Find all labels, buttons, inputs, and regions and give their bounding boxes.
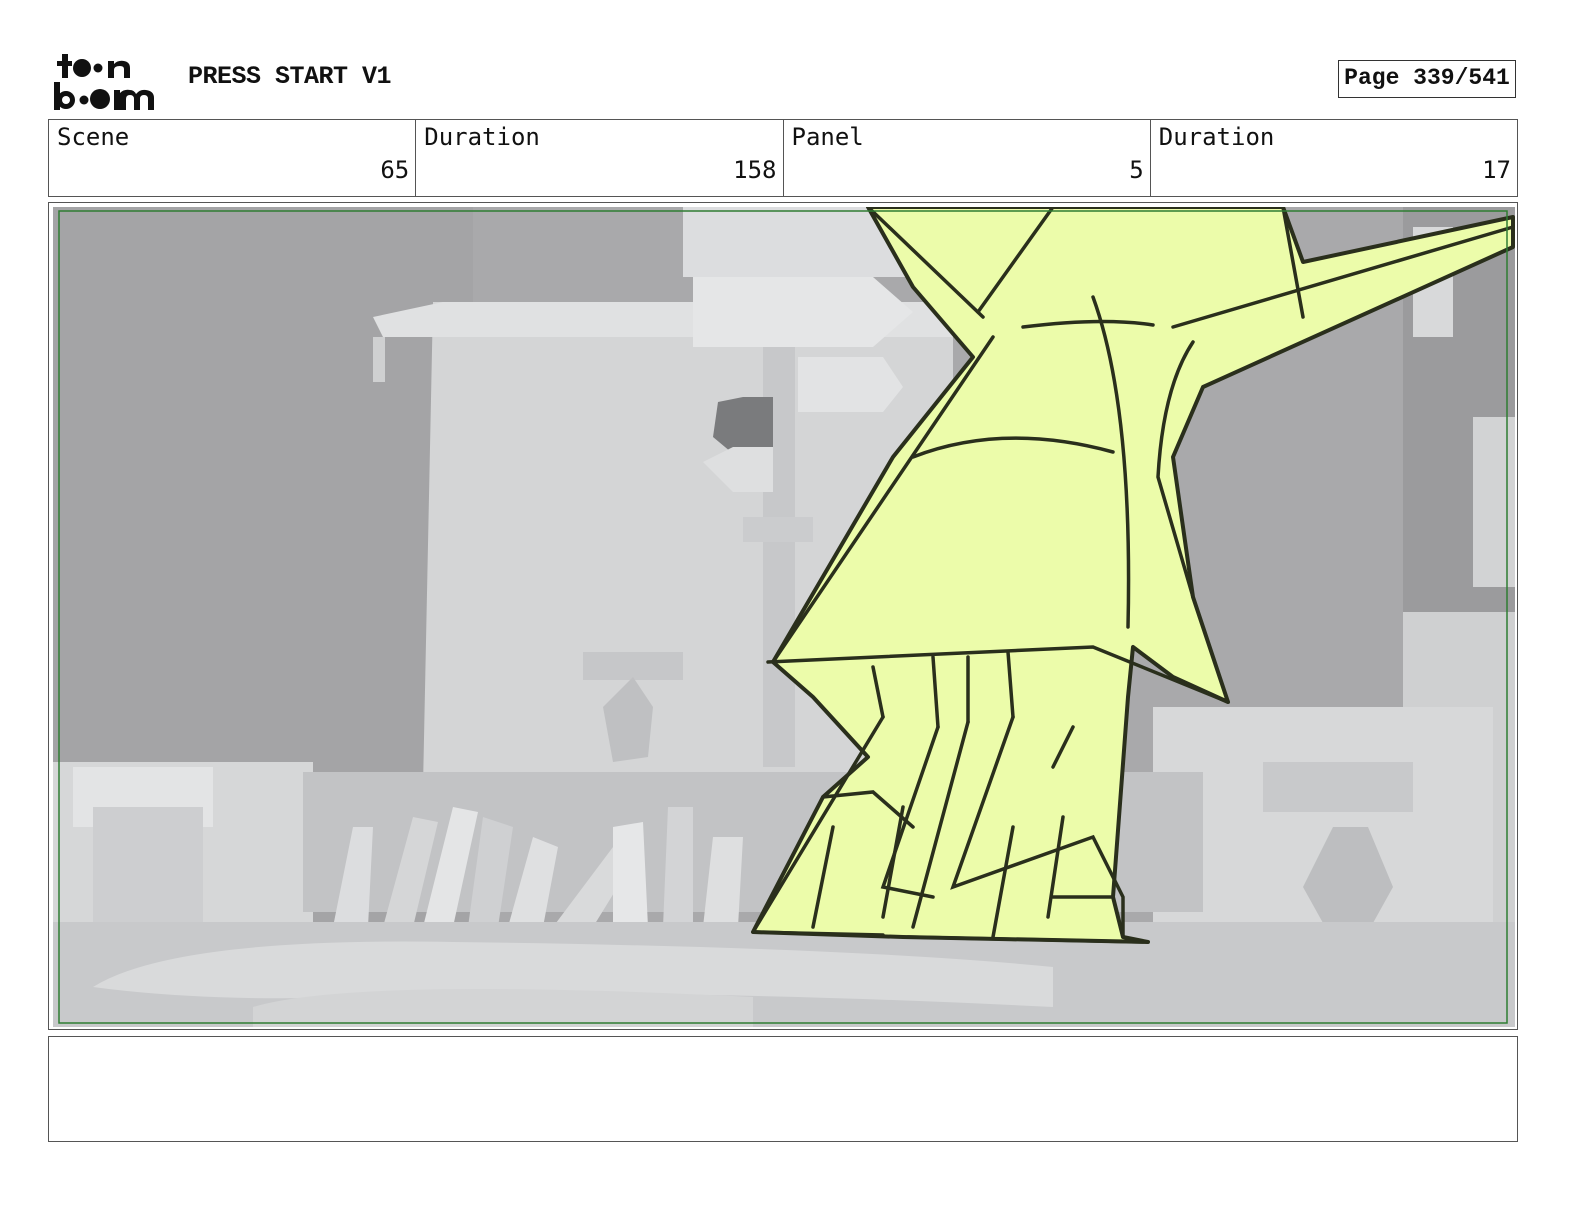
page-indicator: Page 339/541	[1338, 60, 1516, 98]
project-title: PRESS START V1	[188, 62, 392, 91]
scene-info-table: Scene 65 Duration 158 Panel 5 Duration 1…	[48, 119, 1518, 197]
scene-value: 65	[380, 156, 410, 184]
panel-artwork	[53, 207, 1515, 1027]
scene-duration-value: 158	[733, 156, 777, 184]
panel-duration-label: Duration	[1158, 123, 1275, 151]
scene-duration-label: Duration	[424, 123, 540, 151]
panel-duration-cell: Duration 17	[1151, 120, 1517, 196]
panel-label: Panel	[791, 123, 864, 151]
panel-notes	[48, 1036, 1518, 1142]
scene-duration-cell: Duration 158	[416, 120, 784, 196]
toon-boom-logo	[54, 54, 154, 110]
panel-duration-value: 17	[1482, 156, 1511, 184]
storyboard-panel	[48, 202, 1518, 1030]
panel-value: 5	[1129, 156, 1144, 184]
scene-label: Scene	[57, 123, 130, 151]
scene-cell: Scene 65	[49, 120, 417, 196]
panel-cell: Panel 5	[784, 120, 1151, 196]
